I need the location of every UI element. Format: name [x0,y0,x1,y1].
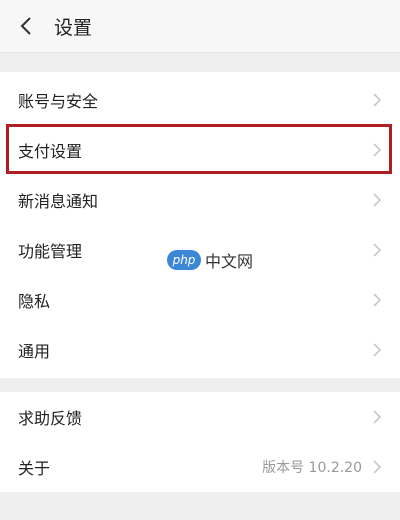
watermark: php 中文网 [167,248,253,272]
chevron-right-icon [373,410,382,424]
settings-item-about[interactable]: 关于 版本号 10.2.20 [0,442,400,492]
chevron-right-icon [373,243,382,257]
chevron-right-icon [373,93,382,107]
chevron-right-icon [373,293,382,307]
settings-item-label: 功能管理 [18,242,83,261]
watermark-logo: php [167,250,201,270]
settings-item-label: 求助反馈 [18,409,83,428]
settings-item-privacy[interactable]: 隐私 [0,275,400,325]
chevron-left-icon [20,17,31,35]
settings-item-label: 关于 [18,459,51,478]
chevron-right-icon [373,343,382,357]
app-header: 设置 [0,0,400,53]
settings-item-account-security[interactable]: 账号与安全 [0,75,400,125]
settings-item-label: 账号与安全 [18,92,99,111]
settings-item-label: 新消息通知 [18,192,99,211]
settings-item-payment[interactable]: 支付设置 [0,125,400,175]
settings-item-general[interactable]: 通用 [0,325,400,375]
settings-item-notifications[interactable]: 新消息通知 [0,175,400,225]
page-title: 设置 [54,16,93,39]
chevron-right-icon [373,460,382,474]
settings-item-help-feedback[interactable]: 求助反馈 [0,392,400,442]
settings-item-label: 支付设置 [18,142,83,161]
settings-item-label: 隐私 [18,292,51,311]
settings-group-support: 求助反馈 关于 版本号 10.2.20 [0,392,400,492]
watermark-text: 中文网 [205,252,254,271]
chevron-right-icon [373,143,382,157]
settings-item-label: 通用 [18,342,51,361]
chevron-right-icon [373,193,382,207]
settings-group-main: 账号与安全 支付设置 新消息通知 功能管理 隐私 通用 [0,72,400,378]
version-value: 版本号 10.2.20 [262,460,362,476]
back-button[interactable] [6,0,46,52]
